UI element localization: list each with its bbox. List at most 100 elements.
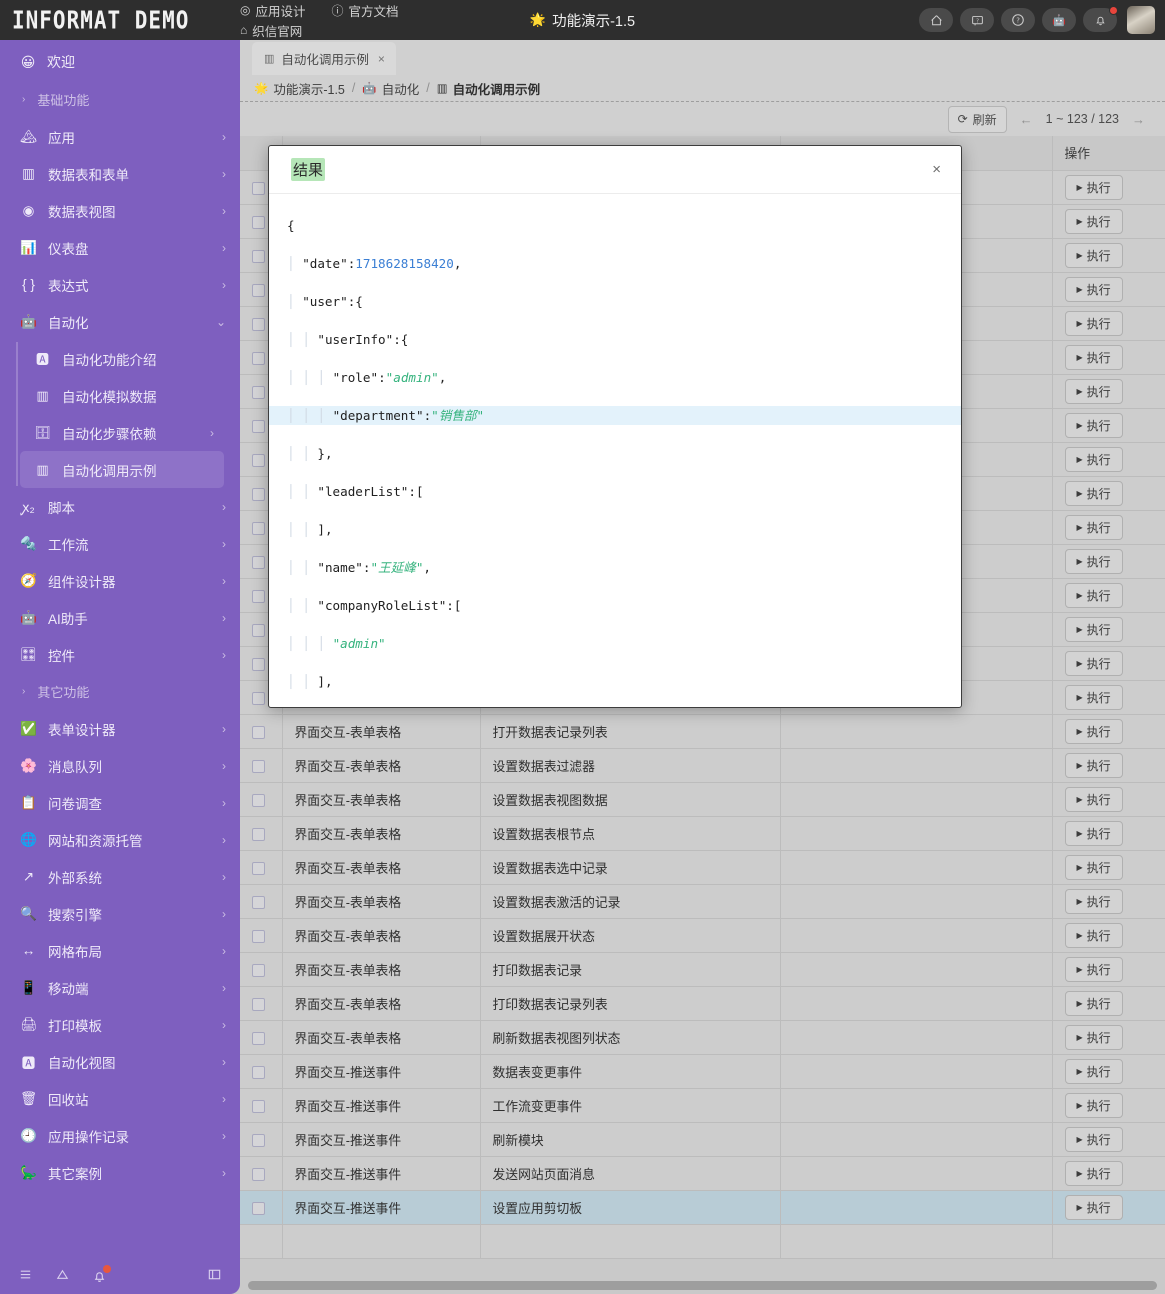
sidebar-item-print-template[interactable]: 🖨 打印模板 › <box>0 1006 240 1043</box>
execute-button[interactable]: ▶ 执行 <box>1064 174 1123 200</box>
table-row[interactable]: 界面交互-表单表格 设置数据展开状态 ▶ 执行 <box>240 918 1165 953</box>
execute-button[interactable]: ▶ 执行 <box>1064 1126 1123 1152</box>
row-checkbox-cell[interactable] <box>240 1088 283 1123</box>
execute-button[interactable]: ▶ 执行 <box>1064 378 1123 404</box>
execute-button[interactable]: ▶ 执行 <box>1064 480 1123 506</box>
row-checkbox-cell[interactable] <box>240 952 283 987</box>
row-checkbox[interactable] <box>252 759 265 773</box>
top-link-official-docs[interactable]: ⓘ 官方文档 <box>332 1 399 20</box>
row-checkbox[interactable] <box>252 521 265 535</box>
execute-button[interactable]: ▶ 执行 <box>1064 718 1123 744</box>
row-checkbox[interactable] <box>252 929 265 943</box>
row-checkbox[interactable] <box>252 861 265 875</box>
sidebar-item-tables-forms[interactable]: ▥ 数据表和表单 › <box>0 155 240 192</box>
row-checkbox[interactable] <box>252 555 265 569</box>
breadcrumb-item-app[interactable]: 🌟 功能演示-1.5 <box>254 79 345 98</box>
execute-button[interactable]: ▶ 执行 <box>1064 1058 1123 1084</box>
feedback-icon[interactable]: ? <box>960 8 994 32</box>
row-checkbox[interactable] <box>252 317 265 331</box>
execute-button[interactable]: ▶ 执行 <box>1064 412 1123 438</box>
table-row[interactable]: 界面交互-推送事件 数据表变更事件 ▶ 执行 <box>240 1054 1165 1089</box>
sidebar-item-welcome[interactable]: 😀 欢迎 <box>0 40 240 81</box>
row-checkbox[interactable] <box>252 351 265 365</box>
sidebar-item-table-views[interactable]: ◉ 数据表视图 › <box>0 192 240 229</box>
table-row[interactable]: 界面交互-表单表格 设置数据表根节点 ▶ 执行 <box>240 816 1165 851</box>
table-row[interactable]: 界面交互-推送事件 发送网站页面消息 ▶ 执行 <box>240 1156 1165 1191</box>
execute-button[interactable]: ▶ 执行 <box>1064 208 1123 234</box>
sidebar-item-form-designer[interactable]: ✅ 表单设计器 › <box>0 710 240 747</box>
horizontal-scrollbar[interactable] <box>248 1281 1157 1290</box>
row-checkbox-cell[interactable] <box>240 714 283 749</box>
row-checkbox-cell[interactable] <box>240 850 283 885</box>
row-checkbox[interactable] <box>252 827 265 841</box>
row-checkbox-cell[interactable] <box>240 748 283 783</box>
top-link-app-design[interactable]: ◎ 应用设计 <box>240 1 306 20</box>
sidebar-item-other-cases[interactable]: 🦕 其它案例 › <box>0 1154 240 1191</box>
execute-button[interactable]: ▶ 执行 <box>1064 310 1123 336</box>
robot-icon[interactable]: 🤖 <box>1042 8 1076 32</box>
execute-button[interactable]: ▶ 执行 <box>1064 514 1123 540</box>
execute-button[interactable]: ▶ 执行 <box>1064 582 1123 608</box>
sidebar-item-controls[interactable]: 🎛 控件 › <box>0 636 240 673</box>
tab-automation-call-example[interactable]: ▥ 自动化调用示例 × <box>252 42 396 75</box>
row-checkbox-cell[interactable] <box>240 1020 283 1055</box>
sidebar-item-search-engine[interactable]: 🔍 搜索引擎 › <box>0 895 240 932</box>
row-checkbox-cell[interactable] <box>240 1054 283 1089</box>
top-link-official-site[interactable]: ⌂ 织信官网 <box>240 21 302 40</box>
row-checkbox-cell[interactable] <box>240 1190 283 1225</box>
row-checkbox[interactable] <box>252 657 265 671</box>
row-checkbox-cell[interactable] <box>240 918 283 953</box>
table-row[interactable]: 界面交互-表单表格 刷新数据表视图列状态 ▶ 执行 <box>240 1020 1165 1055</box>
close-icon[interactable]: × <box>378 52 385 66</box>
refresh-button[interactable]: ⟳ 刷新 <box>947 105 1007 133</box>
sidebar-item-dashboard[interactable]: 📊 仪表盘 › <box>0 229 240 266</box>
execute-button[interactable]: ▶ 执行 <box>1064 922 1123 948</box>
row-checkbox[interactable] <box>252 283 265 297</box>
bell-icon[interactable] <box>92 1264 111 1284</box>
row-checkbox-cell[interactable] <box>240 782 283 817</box>
row-checkbox[interactable] <box>252 1031 265 1045</box>
menu-icon[interactable] <box>18 1267 33 1285</box>
row-checkbox[interactable] <box>252 997 265 1011</box>
table-row[interactable]: 界面交互-表单表格 打印数据表记录列表 ▶ 执行 <box>240 986 1165 1021</box>
row-checkbox[interactable] <box>252 1167 265 1181</box>
sidebar-item-external-system[interactable]: ↗ 外部系统 › <box>0 858 240 895</box>
execute-button[interactable]: ▶ 执行 <box>1064 276 1123 302</box>
sidebar-item-script[interactable]: ꭙ₂ 脚本 › <box>0 488 240 525</box>
execute-button[interactable]: ▶ 执行 <box>1064 548 1123 574</box>
execute-button[interactable]: ▶ 执行 <box>1064 820 1123 846</box>
sidebar-group-basic[interactable]: › 基础功能 <box>0 81 240 118</box>
row-checkbox[interactable] <box>252 963 265 977</box>
close-icon[interactable]: × <box>932 161 941 178</box>
warning-icon[interactable] <box>55 1267 70 1285</box>
sidebar-item-automation-call-example[interactable]: ▥ 自动化调用示例 <box>20 451 224 488</box>
sidebar-item-expression[interactable]: { } 表达式 › <box>0 266 240 303</box>
sidebar-item-automation-intro[interactable]: 🅰 自动化功能介绍 <box>20 340 224 377</box>
row-checkbox-cell[interactable] <box>240 1156 283 1191</box>
sidebar-item-automation[interactable]: 🤖 自动化 ⌄ <box>0 303 240 340</box>
execute-button[interactable]: ▶ 执行 <box>1064 854 1123 880</box>
sidebar-item-recycle-bin[interactable]: 🗑 回收站 › <box>0 1080 240 1117</box>
table-row[interactable]: 界面交互-表单表格 打开数据表记录列表 ▶ 执行 <box>240 714 1165 749</box>
sidebar-item-survey[interactable]: 📋 问卷调查 › <box>0 784 240 821</box>
row-checkbox[interactable] <box>252 589 265 603</box>
table-row[interactable]: 界面交互-推送事件 工作流变更事件 ▶ 执行 <box>240 1088 1165 1123</box>
row-checkbox[interactable] <box>252 895 265 909</box>
row-checkbox[interactable] <box>252 1133 265 1147</box>
execute-button[interactable]: ▶ 执行 <box>1064 1092 1123 1118</box>
row-checkbox-cell[interactable] <box>240 986 283 1021</box>
sidebar-item-grid-layout[interactable]: ↔ 网格布局 › <box>0 932 240 969</box>
page-next-button[interactable]: → <box>1132 112 1145 127</box>
sidebar-item-automation-view[interactable]: 🅰 自动化视图 › <box>0 1043 240 1080</box>
row-checkbox[interactable] <box>252 623 265 637</box>
row-checkbox[interactable] <box>252 1065 265 1079</box>
sidebar-item-website-hosting[interactable]: 🌐 网站和资源托管 › <box>0 821 240 858</box>
sidebar-item-component-designer[interactable]: 🧭 组件设计器 › <box>0 562 240 599</box>
row-checkbox[interactable] <box>252 487 265 501</box>
table-row[interactable]: 界面交互-表单表格 设置数据表选中记录 ▶ 执行 <box>240 850 1165 885</box>
table-row[interactable]: 界面交互-表单表格 设置数据表视图数据 ▶ 执行 <box>240 782 1165 817</box>
table-row[interactable]: 界面交互-推送事件 设置应用剪切板 ▶ 执行 <box>240 1190 1165 1225</box>
row-checkbox-cell[interactable] <box>240 1122 283 1157</box>
row-checkbox[interactable] <box>252 691 265 705</box>
execute-button[interactable]: ▶ 执行 <box>1064 446 1123 472</box>
